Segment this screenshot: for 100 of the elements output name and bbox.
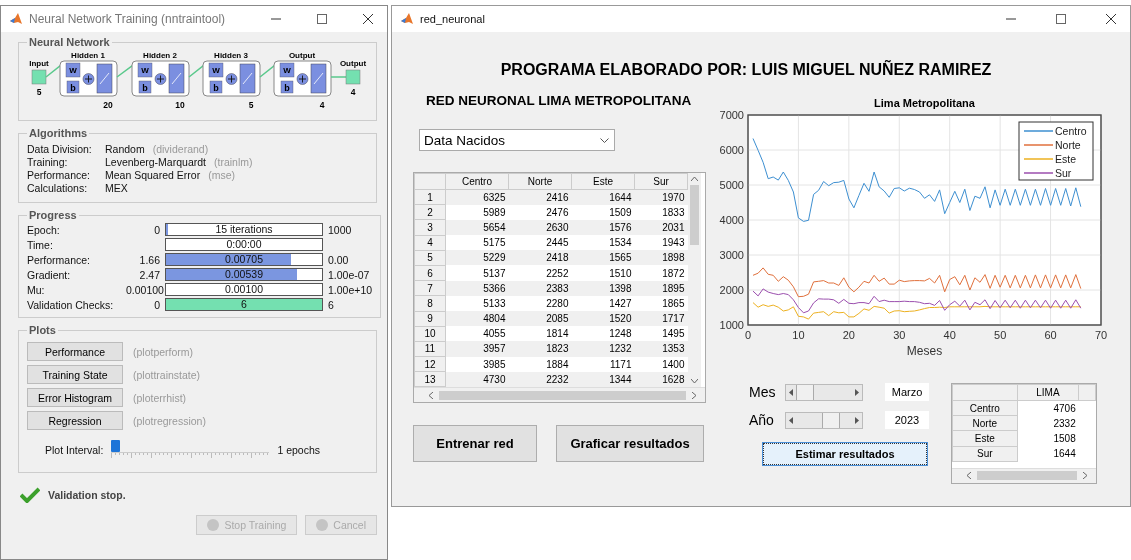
train-button[interactable]: Entrenar red bbox=[413, 425, 537, 463]
chevron-right-icon[interactable] bbox=[1083, 472, 1088, 480]
plot-button[interactable]: Regression bbox=[27, 411, 123, 430]
slider-label: Mes bbox=[749, 384, 777, 400]
program-heading: PROGRAMA ELABORADO POR: LUIS MIGUEL NUÑEZ RAMIREZ bbox=[500, 59, 992, 79]
transfer-icon bbox=[239, 63, 256, 94]
plot-button[interactable]: Performance bbox=[27, 342, 123, 361]
transfer-icon bbox=[310, 63, 327, 94]
plot-button[interactable]: Graficar resultados bbox=[556, 425, 704, 463]
size-label: 5 bbox=[248, 100, 254, 110]
close-icon[interactable] bbox=[363, 14, 373, 24]
sum-icon bbox=[82, 73, 95, 85]
table-cell: 5137 bbox=[445, 265, 509, 281]
table-cell: 2630 bbox=[508, 219, 572, 236]
stop-icon bbox=[207, 519, 220, 531]
field-label: Training: bbox=[27, 156, 69, 168]
table-cell: 2232 bbox=[508, 371, 572, 387]
table-cell: 3957 bbox=[445, 341, 509, 357]
field-value: Levenberg-Marquardt bbox=[105, 156, 206, 168]
arrow-right-icon[interactable] bbox=[855, 416, 859, 424]
table-cell: 1943 bbox=[634, 235, 688, 251]
start-value: 0 bbox=[154, 298, 160, 311]
function-hint: (plottrainstate) bbox=[133, 368, 202, 381]
connector-line bbox=[330, 76, 347, 78]
end-value: 1.00e+10 bbox=[328, 283, 373, 296]
slider-thumb[interactable] bbox=[795, 384, 814, 400]
plot-button[interactable]: Error Histogram bbox=[27, 388, 123, 407]
column-header: Este bbox=[571, 173, 635, 190]
tick-label: 0 bbox=[744, 329, 752, 341]
size-label: 4 bbox=[350, 87, 356, 97]
scroll-slider[interactable] bbox=[785, 383, 863, 401]
tick-label: 30 bbox=[893, 329, 906, 341]
chevron-up-icon[interactable] bbox=[691, 176, 698, 181]
table-cell: 5366 bbox=[445, 280, 509, 296]
status-message: Validation stop. bbox=[48, 489, 126, 501]
table-cell: 1534 bbox=[571, 235, 635, 251]
horizontal-scrollbar[interactable] bbox=[952, 467, 1096, 483]
slider-value: 2023 bbox=[885, 411, 929, 429]
scroll-slider[interactable] bbox=[785, 411, 863, 429]
arrow-right-icon[interactable] bbox=[855, 388, 859, 396]
output-node bbox=[345, 69, 361, 85]
field-value: Random bbox=[105, 143, 145, 155]
estimate-button[interactable]: Estimar resultados bbox=[763, 443, 927, 465]
table-cell: 1427 bbox=[571, 295, 635, 311]
vertical-scrollbar[interactable] bbox=[688, 173, 701, 388]
maximize-icon[interactable] bbox=[317, 14, 327, 24]
table-cell: 2085 bbox=[508, 311, 572, 327]
chevron-down-icon[interactable] bbox=[691, 379, 698, 385]
size-label: 20 bbox=[103, 100, 113, 110]
tick-label: 6000 bbox=[719, 144, 744, 156]
table-cell: 2445 bbox=[508, 235, 572, 251]
table-cell: 1509 bbox=[571, 204, 635, 220]
maximize-icon[interactable] bbox=[1056, 14, 1066, 24]
sum-icon bbox=[154, 73, 167, 85]
progress-value: 0.00539 bbox=[225, 268, 263, 280]
table-cell: 1232 bbox=[571, 341, 635, 357]
panel-title: Plots bbox=[28, 324, 57, 336]
table-cell: 5175 bbox=[445, 235, 509, 251]
interval-value: 1 epochs bbox=[277, 444, 320, 456]
plot-button[interactable]: Training State bbox=[27, 365, 123, 384]
function-hint: (trainlm) bbox=[214, 156, 253, 168]
slider-thumb[interactable] bbox=[822, 412, 841, 428]
start-value: 1.66 bbox=[139, 253, 160, 266]
app-logo-icon bbox=[9, 12, 23, 26]
function-hint: (dividerand) bbox=[152, 143, 209, 155]
table-cell: 1495 bbox=[634, 326, 688, 342]
table-cell: 2383 bbox=[508, 280, 572, 296]
bias-block bbox=[209, 80, 223, 94]
horizontal-scrollbar[interactable] bbox=[414, 387, 705, 403]
scrollbar-thumb[interactable] bbox=[690, 185, 699, 245]
chart-title: Lima Metropolitana bbox=[874, 97, 975, 109]
bias-label: b bbox=[70, 82, 76, 93]
close-icon[interactable] bbox=[1106, 14, 1116, 24]
transfer-icon bbox=[168, 63, 185, 94]
size-label: 10 bbox=[175, 100, 185, 110]
slider-thumb[interactable] bbox=[111, 440, 121, 452]
tick-label: 2000 bbox=[719, 284, 744, 296]
scrollbar-thumb[interactable] bbox=[439, 390, 686, 400]
chevron-left-icon[interactable] bbox=[428, 391, 433, 399]
axis-label: Meses bbox=[906, 344, 943, 358]
table-cell: 1248 bbox=[571, 326, 635, 342]
interval-slider[interactable] bbox=[111, 440, 270, 460]
scrollbar-thumb[interactable] bbox=[977, 471, 1077, 481]
output-label: Output bbox=[339, 59, 367, 68]
tick-label: 10 bbox=[792, 329, 805, 341]
table-cell: 1510 bbox=[571, 265, 635, 281]
column-header: Norte bbox=[508, 173, 572, 190]
table-cell: 1884 bbox=[508, 356, 572, 372]
arrow-left-icon[interactable] bbox=[789, 388, 793, 396]
chevron-right-icon[interactable] bbox=[692, 391, 697, 399]
column-header: LIMA bbox=[1017, 384, 1079, 401]
panel-title: Algorithms bbox=[28, 127, 89, 139]
transfer-icon bbox=[96, 63, 113, 94]
table-cell: 2332 bbox=[1017, 415, 1079, 431]
column-header: Sur bbox=[634, 173, 688, 190]
chevron-left-icon[interactable] bbox=[966, 472, 971, 480]
arrow-left-icon[interactable] bbox=[789, 416, 793, 424]
data-dropdown[interactable]: Data Nacidos bbox=[419, 129, 615, 151]
table-cell: 1814 bbox=[508, 326, 572, 342]
bias-label: b bbox=[142, 82, 148, 93]
